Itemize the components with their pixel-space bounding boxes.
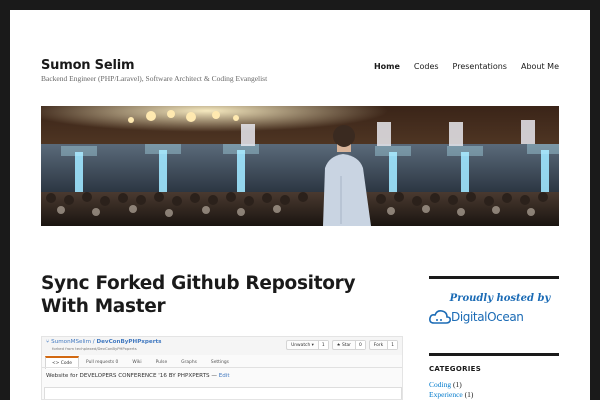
github-repo-name: DevConByPHPxperts xyxy=(96,339,162,345)
categories-title: CATEGORIES xyxy=(429,365,482,373)
fork-button: Fork 1 xyxy=(368,340,398,350)
star-label: ★ Star xyxy=(336,342,351,348)
hosted-tagline: Proudly hosted by xyxy=(449,293,551,304)
github-forked-from: forked from techplexed/DevConByPHPxperts xyxy=(52,346,137,351)
fork-count: 1 xyxy=(387,341,397,349)
github-screenshot: ⑂ SumonMSelim / DevConByPHPxperts forked… xyxy=(41,336,403,400)
categories-widget: CATEGORIES Coding (1) Experience (1) xyxy=(429,353,559,399)
cloud-icon xyxy=(429,310,451,324)
category-link-experience[interactable]: Experience xyxy=(429,390,463,399)
page: Sumon Selim Backend Engineer (PHP/Larave… xyxy=(10,10,590,400)
categories-list: Coding (1) Experience (1) xyxy=(429,380,559,399)
github-repo-header: ⑂ SumonMSelim / DevConByPHPxperts forked… xyxy=(42,337,402,355)
eye-icon: Unwatch ▾ xyxy=(291,342,314,348)
github-stats-bar xyxy=(44,387,402,399)
github-repo-description: Website for DEVELOPERS CONFERENCE '16 BY… xyxy=(46,373,230,379)
site-title[interactable]: Sumon Selim xyxy=(41,58,135,73)
repo-description-text: Website for DEVELOPERS CONFERENCE '16 BY… xyxy=(46,373,210,379)
header-image xyxy=(41,106,559,226)
star-count: 0 xyxy=(355,341,365,349)
star-button: ★ Star 0 xyxy=(331,340,366,350)
nav-item-presentations[interactable]: Presentations xyxy=(453,62,507,71)
edit-link: Edit xyxy=(218,373,230,379)
list-item: Experience (1) xyxy=(429,390,559,400)
nav-item-about-me[interactable]: About Me xyxy=(521,62,559,71)
unwatch-button: Unwatch ▾ 1 xyxy=(286,340,329,350)
category-count: (1) xyxy=(452,380,462,389)
nav-item-home[interactable]: Home xyxy=(374,62,400,71)
watch-count: 1 xyxy=(317,341,328,349)
category-link-coding[interactable]: Coding xyxy=(429,380,451,389)
github-owner: SumonMSelim xyxy=(51,339,92,345)
main-navigation: Home Codes Presentations About Me xyxy=(374,62,559,71)
fork-label: Fork xyxy=(373,342,384,348)
list-item: Coding (1) xyxy=(429,380,559,390)
post-title[interactable]: Sync Forked Github Repository With Maste… xyxy=(41,272,401,318)
github-repo-actions: Unwatch ▾ 1 ★ Star 0 Fork 1 xyxy=(286,340,398,350)
nav-item-codes[interactable]: Codes xyxy=(414,62,439,71)
digitalocean-badge[interactable]: Proudly hosted by DigitalOcean xyxy=(429,293,559,324)
digitalocean-brand: DigitalOcean xyxy=(451,310,524,324)
divider xyxy=(42,367,402,368)
github-repo-path: ⑂ SumonMSelim / DevConByPHPxperts xyxy=(46,339,162,345)
hosting-widget: Proudly hosted by DigitalOcean xyxy=(429,276,559,356)
site-description: Backend Engineer (PHP/Laravel), Software… xyxy=(41,74,268,83)
category-count: (1) xyxy=(464,389,474,399)
